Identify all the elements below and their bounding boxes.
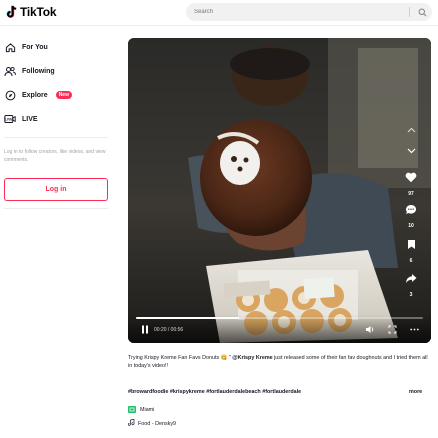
location-tag[interactable]: Miami bbox=[128, 405, 154, 414]
sidebar-item-label: For You bbox=[22, 43, 48, 51]
comment-count: 10 bbox=[408, 223, 414, 229]
bookmark-action[interactable]: 6 bbox=[403, 237, 419, 264]
comment-icon bbox=[405, 202, 417, 220]
share-icon bbox=[405, 271, 417, 289]
svg-text:LIVE: LIVE bbox=[5, 118, 13, 122]
like-action[interactable]: 97 bbox=[403, 170, 419, 197]
search-input[interactable] bbox=[194, 6, 394, 18]
following-icon bbox=[4, 65, 16, 77]
tiktok-note-icon bbox=[6, 5, 18, 19]
video-progress-fill bbox=[136, 317, 240, 319]
pause-icon[interactable] bbox=[140, 324, 150, 334]
heart-icon bbox=[405, 170, 417, 188]
search-icon[interactable] bbox=[415, 5, 429, 19]
caption-text: Trying Krispy Kreme Fan Favs Donuts 😋 " bbox=[128, 355, 233, 361]
music-note-icon bbox=[127, 418, 135, 428]
video-time: 00:20 / 00:56 bbox=[154, 327, 184, 333]
sidebar-item-label: LIVE bbox=[22, 115, 38, 123]
volume-icon[interactable] bbox=[364, 324, 375, 335]
new-badge: New bbox=[55, 91, 72, 99]
chevron-up-icon[interactable] bbox=[403, 127, 419, 133]
music-label: Food - Densky9 bbox=[138, 420, 177, 427]
sidebar-item-for-you[interactable]: For You bbox=[4, 38, 108, 56]
bookmark-count: 6 bbox=[409, 258, 413, 264]
sidebar-divider bbox=[4, 208, 108, 209]
video-caption: Trying Krispy Kreme Fan Favs Donuts 😋 " … bbox=[128, 354, 432, 370]
login-hint-text: Log in to follow creators, like videos, … bbox=[4, 149, 106, 163]
location-icon bbox=[128, 406, 136, 413]
music-tag[interactable]: Food - Densky9 bbox=[127, 418, 177, 428]
tiktok-logo[interactable]: TikTok bbox=[6, 4, 57, 20]
compass-icon bbox=[4, 89, 16, 101]
brand-name: TikTok bbox=[20, 5, 57, 19]
sidebar-item-explore[interactable]: Explore New bbox=[4, 86, 108, 104]
live-icon: LIVE bbox=[4, 113, 16, 125]
hashtag-links[interactable]: #browardfoodie #krispykreme #fortlauderd… bbox=[128, 389, 388, 395]
video-frame bbox=[128, 38, 431, 343]
sidebar-item-label: Explore bbox=[22, 91, 48, 99]
video-player[interactable]: 00:20 / 00:56 bbox=[128, 38, 431, 343]
more-options-icon[interactable] bbox=[409, 324, 420, 335]
bookmark-icon bbox=[407, 237, 416, 255]
share-action[interactable]: 3 bbox=[403, 271, 419, 298]
more-button[interactable]: more bbox=[409, 389, 422, 395]
sidebar-divider bbox=[4, 137, 108, 138]
comment-action[interactable]: 10 bbox=[403, 202, 419, 229]
login-button[interactable]: Log in bbox=[4, 178, 108, 201]
mention-link[interactable]: @Krispy Kreme bbox=[232, 355, 272, 361]
search-divider bbox=[409, 7, 410, 17]
sidebar-item-following[interactable]: Following bbox=[4, 62, 108, 80]
sidebar: For You Following Explore New LIVE LIVE … bbox=[0, 30, 114, 438]
sidebar-item-live[interactable]: LIVE LIVE bbox=[4, 110, 108, 128]
like-count: 97 bbox=[408, 191, 414, 197]
chevron-down-icon[interactable] bbox=[403, 148, 419, 154]
location-label: Miami bbox=[140, 406, 155, 413]
video-progress-bar[interactable] bbox=[136, 317, 423, 319]
home-icon bbox=[4, 41, 16, 53]
search-bar bbox=[186, 3, 432, 21]
sidebar-item-label: Following bbox=[22, 67, 55, 75]
fullscreen-icon[interactable] bbox=[387, 324, 398, 335]
top-header: TikTok bbox=[0, 0, 438, 26]
share-count: 3 bbox=[409, 292, 413, 298]
